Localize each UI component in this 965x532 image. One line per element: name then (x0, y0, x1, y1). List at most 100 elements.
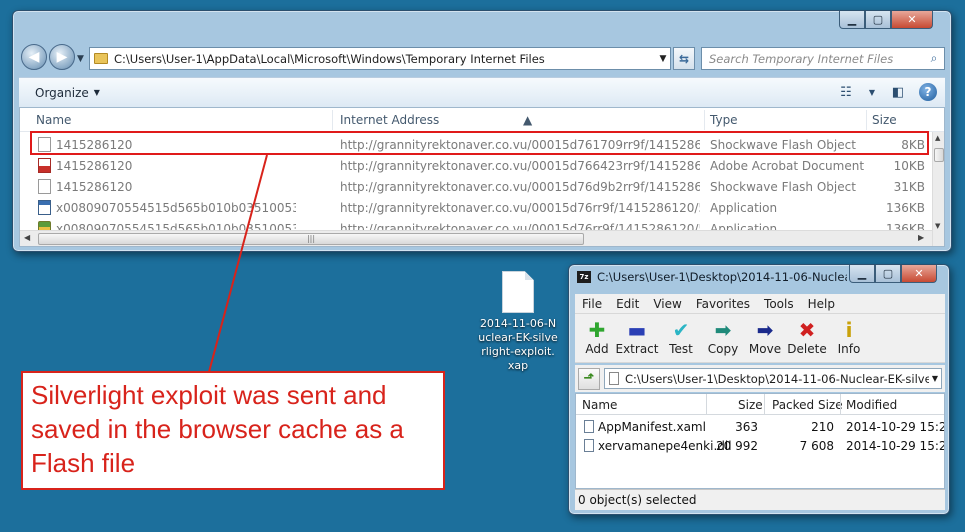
row-size: 136KB (885, 201, 925, 215)
test-label: Test (669, 342, 693, 356)
column-divider[interactable] (764, 394, 765, 415)
explorer-window-controls: ▁ ▢ ✕ (839, 11, 933, 29)
address-bar[interactable]: C:\Users\User-1\AppData\Local\Microsoft\… (89, 47, 671, 70)
table-row[interactable]: 1415286120 http://grannityrektonaver.co.… (20, 176, 932, 197)
search-input[interactable]: Search Temporary Internet Files ⌕ (701, 47, 945, 70)
move-label: Move (748, 342, 782, 356)
delete-button[interactable]: ✖ Delete (785, 318, 829, 356)
minimize-button[interactable]: ▁ (839, 11, 865, 29)
column-divider[interactable] (706, 394, 707, 415)
sevenzip-file-list: Name Size Packed Size Modified AppManife… (575, 393, 945, 489)
horizontal-scrollbar[interactable]: ◀ ||| ▶ (20, 230, 932, 246)
scrollbar-thumb[interactable]: ||| (38, 233, 584, 245)
column-headers: Name Size Packed Size Modified (576, 394, 944, 415)
row-address: http://grannityrektonaver.co.vu/00015d76… (340, 159, 700, 173)
help-icon[interactable]: ? (919, 83, 937, 101)
sevenzip-path: C:\Users\User-1\Desktop\2014-11-06-Nucle… (625, 371, 929, 386)
organize-label: Organize (35, 85, 89, 100)
list-item[interactable]: xervamanepe4enki.dll 20 992 7 608 2014-1… (576, 436, 945, 455)
chevron-down-icon[interactable]: ▼ (929, 374, 941, 383)
column-headers: Name Internet Address ▲ Type Size (20, 108, 944, 132)
close-button[interactable]: ✕ (891, 11, 933, 29)
preview-pane-icon[interactable]: ◧ (887, 83, 909, 101)
extract-label: Extract (615, 342, 659, 356)
address-dropdown-icon[interactable]: ▼ (656, 54, 670, 64)
add-label: Add (585, 342, 609, 356)
annotation-callout: Silverlight exploit was sent and saved i… (21, 371, 445, 490)
view-options-icon[interactable]: ☷ (835, 83, 857, 101)
vertical-scrollbar[interactable]: ▲ ▼ (932, 132, 944, 246)
menu-view[interactable]: View (653, 297, 681, 311)
command-bar: Organize ▼ ☷ ▼ ◧ ? (19, 77, 945, 107)
menu-tools[interactable]: Tools (764, 297, 794, 311)
scroll-right-icon[interactable]: ▶ (918, 233, 924, 242)
test-button[interactable]: ✔ Test (659, 318, 703, 356)
item-modified: 2014-10-29 15:20 (846, 439, 945, 453)
column-size[interactable]: Size (738, 398, 763, 412)
folder-icon (94, 53, 108, 64)
explorer-window: ▁ ▢ ✕ ◀ ▶ ▼ C:\Users\User-1\AppData\Loca… (12, 10, 952, 252)
column-divider[interactable] (332, 110, 333, 130)
back-button[interactable]: ◀ (21, 44, 47, 70)
column-name[interactable]: Name (36, 113, 71, 127)
sevenzip-address-row: ⬏ C:\Users\User-1\Desktop\2014-11-06-Nuc… (575, 365, 945, 392)
close-button[interactable]: ✕ (901, 265, 937, 283)
document-icon (502, 271, 534, 313)
column-divider[interactable] (704, 110, 705, 130)
row-type: Adobe Acrobat Document (710, 159, 865, 173)
desktop-file-label: 2014-11-06-Nuclear-EK-silverlight-exploi… (478, 317, 558, 372)
maximize-button[interactable]: ▢ (865, 11, 891, 29)
column-packed-size[interactable]: Packed Size (772, 398, 843, 412)
list-item[interactable]: AppManifest.xaml 363 210 2014-10-29 15:2… (576, 417, 944, 436)
info-label: Info (837, 342, 861, 356)
xaml-file-icon (584, 420, 594, 433)
up-folder-button[interactable]: ⬏ (578, 367, 600, 390)
add-icon: ✚ (588, 318, 606, 342)
column-size[interactable]: Size (872, 113, 897, 127)
menu-help[interactable]: Help (808, 297, 835, 311)
table-row[interactable]: 1415286120 http://grannityrektonaver.co.… (20, 134, 932, 155)
row-address: http://grannityrektonaver.co.vu/00015d76… (340, 138, 700, 152)
column-name[interactable]: Name (582, 398, 617, 412)
scroll-down-icon[interactable]: ▼ (935, 222, 940, 230)
copy-button[interactable]: ➡ Copy (701, 318, 745, 356)
maximize-button[interactable]: ▢ (875, 265, 901, 283)
menu-edit[interactable]: Edit (616, 297, 639, 311)
row-address: http://grannityrektonaver.co.vu/00015d76… (340, 201, 700, 215)
info-icon: i (845, 318, 853, 342)
scroll-left-icon[interactable]: ◀ (24, 233, 30, 242)
forward-button[interactable]: ▶ (49, 44, 75, 70)
menu-favorites[interactable]: Favorites (696, 297, 750, 311)
add-button[interactable]: ✚ Add (575, 318, 619, 356)
column-internet-address[interactable]: Internet Address (340, 113, 439, 127)
search-icon[interactable]: ⌕ (924, 51, 944, 66)
sevenzip-path-field[interactable]: C:\Users\User-1\Desktop\2014-11-06-Nucle… (604, 368, 942, 389)
refresh-button[interactable]: ⇆ (673, 47, 695, 70)
dll-file-icon (584, 439, 594, 452)
column-type[interactable]: Type (710, 113, 738, 127)
column-divider[interactable] (840, 394, 841, 415)
scroll-up-icon[interactable]: ▲ (935, 134, 940, 142)
info-button[interactable]: i Info (827, 318, 871, 356)
column-divider[interactable] (866, 110, 867, 130)
scrollbar-thumb[interactable] (934, 148, 944, 162)
table-row[interactable]: x00809070554515d565b010b03510053535c0505… (20, 197, 932, 218)
column-modified[interactable]: Modified (846, 398, 897, 412)
sevenzip-logo-icon: 7z (577, 271, 591, 283)
test-icon: ✔ (672, 318, 690, 342)
view-dropdown-icon[interactable]: ▼ (867, 83, 877, 101)
organize-button[interactable]: Organize ▼ (35, 86, 100, 100)
menu-file[interactable]: File (582, 297, 602, 311)
search-placeholder: Search Temporary Internet Files (709, 51, 894, 66)
blank-file-icon (38, 137, 51, 152)
table-row[interactable]: 1415286120 http://grannityrektonaver.co.… (20, 155, 932, 176)
move-button[interactable]: ➡ Move (743, 318, 787, 356)
sevenzip-window: 7z C:\Users\User-1\Desktop\2014-11-06-Nu… (568, 264, 950, 515)
row-type: Shockwave Flash Object (710, 138, 856, 152)
desktop-file-xap[interactable]: 2014-11-06-Nuclear-EK-silverlight-exploi… (478, 268, 558, 373)
extract-button[interactable]: ▬ Extract (615, 318, 659, 356)
minimize-button[interactable]: ▁ (849, 265, 875, 283)
recent-pages-dropdown-icon[interactable]: ▼ (77, 54, 84, 64)
copy-label: Copy (707, 342, 739, 356)
delete-label: Delete (787, 342, 827, 356)
